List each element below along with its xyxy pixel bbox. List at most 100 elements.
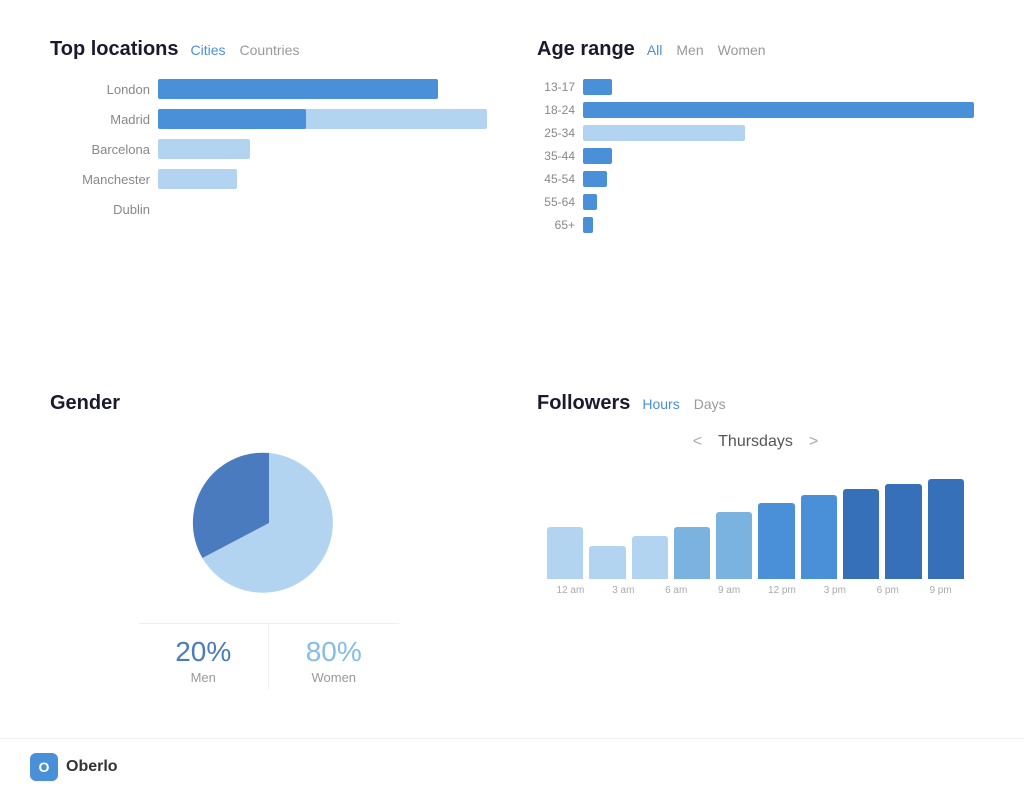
top-locations-header: Top locations Cities Countries bbox=[50, 38, 487, 61]
location-bar-row: Dublin bbox=[60, 199, 487, 219]
bar-light bbox=[158, 139, 250, 159]
age-label: 55-64 bbox=[537, 195, 575, 209]
followers-bar-chart bbox=[537, 469, 974, 579]
follower-bar bbox=[632, 536, 668, 579]
top-locations-title: Top locations bbox=[50, 38, 179, 61]
tab-cities[interactable]: Cities bbox=[191, 42, 226, 58]
age-bar-fill bbox=[583, 217, 593, 233]
age-bar-fill bbox=[583, 125, 745, 141]
followers-header: Followers Hours Days bbox=[537, 392, 974, 415]
follower-bar-wrap bbox=[547, 527, 583, 579]
prev-day-button[interactable]: < bbox=[693, 433, 702, 451]
men-stat: 20% Men bbox=[139, 624, 270, 689]
locations-chart: London Madrid Barcelona Manchester Dublin bbox=[50, 79, 487, 219]
women-stat: 80% Women bbox=[269, 624, 399, 689]
location-label: Dublin bbox=[60, 202, 150, 217]
pie-chart bbox=[189, 443, 349, 603]
follower-bar-wrap bbox=[589, 546, 625, 579]
bar-dark bbox=[158, 109, 306, 129]
age-tabs: All Men Women bbox=[647, 42, 766, 58]
follower-bar-wrap bbox=[632, 536, 668, 579]
follower-bar bbox=[928, 479, 964, 579]
age-chart: 13-17 18-24 25-34 35-44 45-54 55-64 65+ bbox=[537, 79, 974, 233]
location-bar-track bbox=[158, 139, 487, 159]
time-label: 3 am bbox=[600, 585, 647, 596]
time-label: 3 pm bbox=[811, 585, 858, 596]
time-label: 12 am bbox=[547, 585, 594, 596]
age-label: 35-44 bbox=[537, 149, 575, 163]
women-label: Women bbox=[269, 670, 399, 685]
follower-bar-wrap bbox=[758, 503, 794, 579]
followers-panel: Followers Hours Days < Thursdays > 12 am… bbox=[517, 374, 994, 718]
age-label: 45-54 bbox=[537, 172, 575, 186]
time-label: 9 am bbox=[706, 585, 753, 596]
follower-bar bbox=[547, 527, 583, 579]
follower-bar bbox=[843, 489, 879, 579]
age-label: 18-24 bbox=[537, 103, 575, 117]
bar-dark bbox=[158, 79, 438, 99]
current-day-label: Thursdays bbox=[718, 433, 793, 451]
tab-all[interactable]: All bbox=[647, 42, 663, 58]
gender-header: Gender bbox=[50, 392, 487, 415]
follower-bar-wrap bbox=[928, 479, 964, 579]
age-bar-fill bbox=[583, 102, 974, 118]
age-label: 25-34 bbox=[537, 126, 575, 140]
men-label: Men bbox=[139, 670, 269, 685]
tab-days[interactable]: Days bbox=[694, 396, 726, 412]
age-label: 65+ bbox=[537, 218, 575, 232]
location-label: Manchester bbox=[60, 172, 150, 187]
tab-women[interactable]: Women bbox=[718, 42, 766, 58]
tab-men[interactable]: Men bbox=[676, 42, 703, 58]
location-label: London bbox=[60, 82, 150, 97]
age-bar-row: 18-24 bbox=[537, 102, 974, 118]
age-range-header: Age range All Men Women bbox=[537, 38, 974, 61]
followers-title: Followers bbox=[537, 392, 630, 415]
follower-bar-wrap bbox=[674, 527, 710, 579]
gender-stats: 20% Men 80% Women bbox=[139, 623, 399, 689]
gender-content: 20% Men 80% Women bbox=[50, 433, 487, 689]
oberlo-icon-letter: O bbox=[39, 759, 50, 775]
age-bar-track bbox=[583, 194, 974, 210]
age-bar-row: 45-54 bbox=[537, 171, 974, 187]
age-bar-track bbox=[583, 217, 974, 233]
age-bar-row: 13-17 bbox=[537, 79, 974, 95]
location-bar-track bbox=[158, 79, 487, 99]
location-label: Barcelona bbox=[60, 142, 150, 157]
oberlo-icon: O bbox=[30, 753, 58, 781]
footer: O Oberlo bbox=[0, 738, 1024, 795]
age-bar-track bbox=[583, 171, 974, 187]
follower-bar bbox=[801, 495, 837, 579]
location-bar-row: London bbox=[60, 79, 487, 99]
top-locations-panel: Top locations Cities Countries London Mad… bbox=[30, 20, 507, 364]
tab-countries[interactable]: Countries bbox=[240, 42, 300, 58]
age-bar-row: 35-44 bbox=[537, 148, 974, 164]
gender-title: Gender bbox=[50, 392, 120, 415]
followers-tabs: Hours Days bbox=[642, 396, 725, 412]
age-bar-row: 65+ bbox=[537, 217, 974, 233]
follower-bar-wrap bbox=[801, 495, 837, 579]
age-bar-fill bbox=[583, 79, 612, 95]
location-bar-track bbox=[158, 169, 487, 189]
women-percent: 80% bbox=[269, 636, 399, 668]
follower-bar bbox=[674, 527, 710, 579]
age-bar-row: 25-34 bbox=[537, 125, 974, 141]
follower-bar-wrap bbox=[716, 512, 752, 579]
tab-hours[interactable]: Hours bbox=[642, 396, 679, 412]
bar-light bbox=[158, 169, 237, 189]
time-labels: 12 am3 am6 am9 am12 pm3 pm6 pm9 pm bbox=[537, 579, 974, 596]
location-bar-row: Manchester bbox=[60, 169, 487, 189]
oberlo-brand-name: Oberlo bbox=[66, 758, 118, 776]
location-bar-track bbox=[158, 109, 487, 129]
next-day-button[interactable]: > bbox=[809, 433, 818, 451]
follower-bar bbox=[716, 512, 752, 579]
time-label: 6 pm bbox=[864, 585, 911, 596]
locations-tabs: Cities Countries bbox=[191, 42, 300, 58]
location-bar-row: Madrid bbox=[60, 109, 487, 129]
time-label: 6 am bbox=[653, 585, 700, 596]
time-label: 12 pm bbox=[759, 585, 806, 596]
day-navigation: < Thursdays > bbox=[537, 433, 974, 451]
follower-bar bbox=[589, 546, 625, 579]
age-bar-fill bbox=[583, 148, 612, 164]
age-bar-row: 55-64 bbox=[537, 194, 974, 210]
age-bar-track bbox=[583, 148, 974, 164]
